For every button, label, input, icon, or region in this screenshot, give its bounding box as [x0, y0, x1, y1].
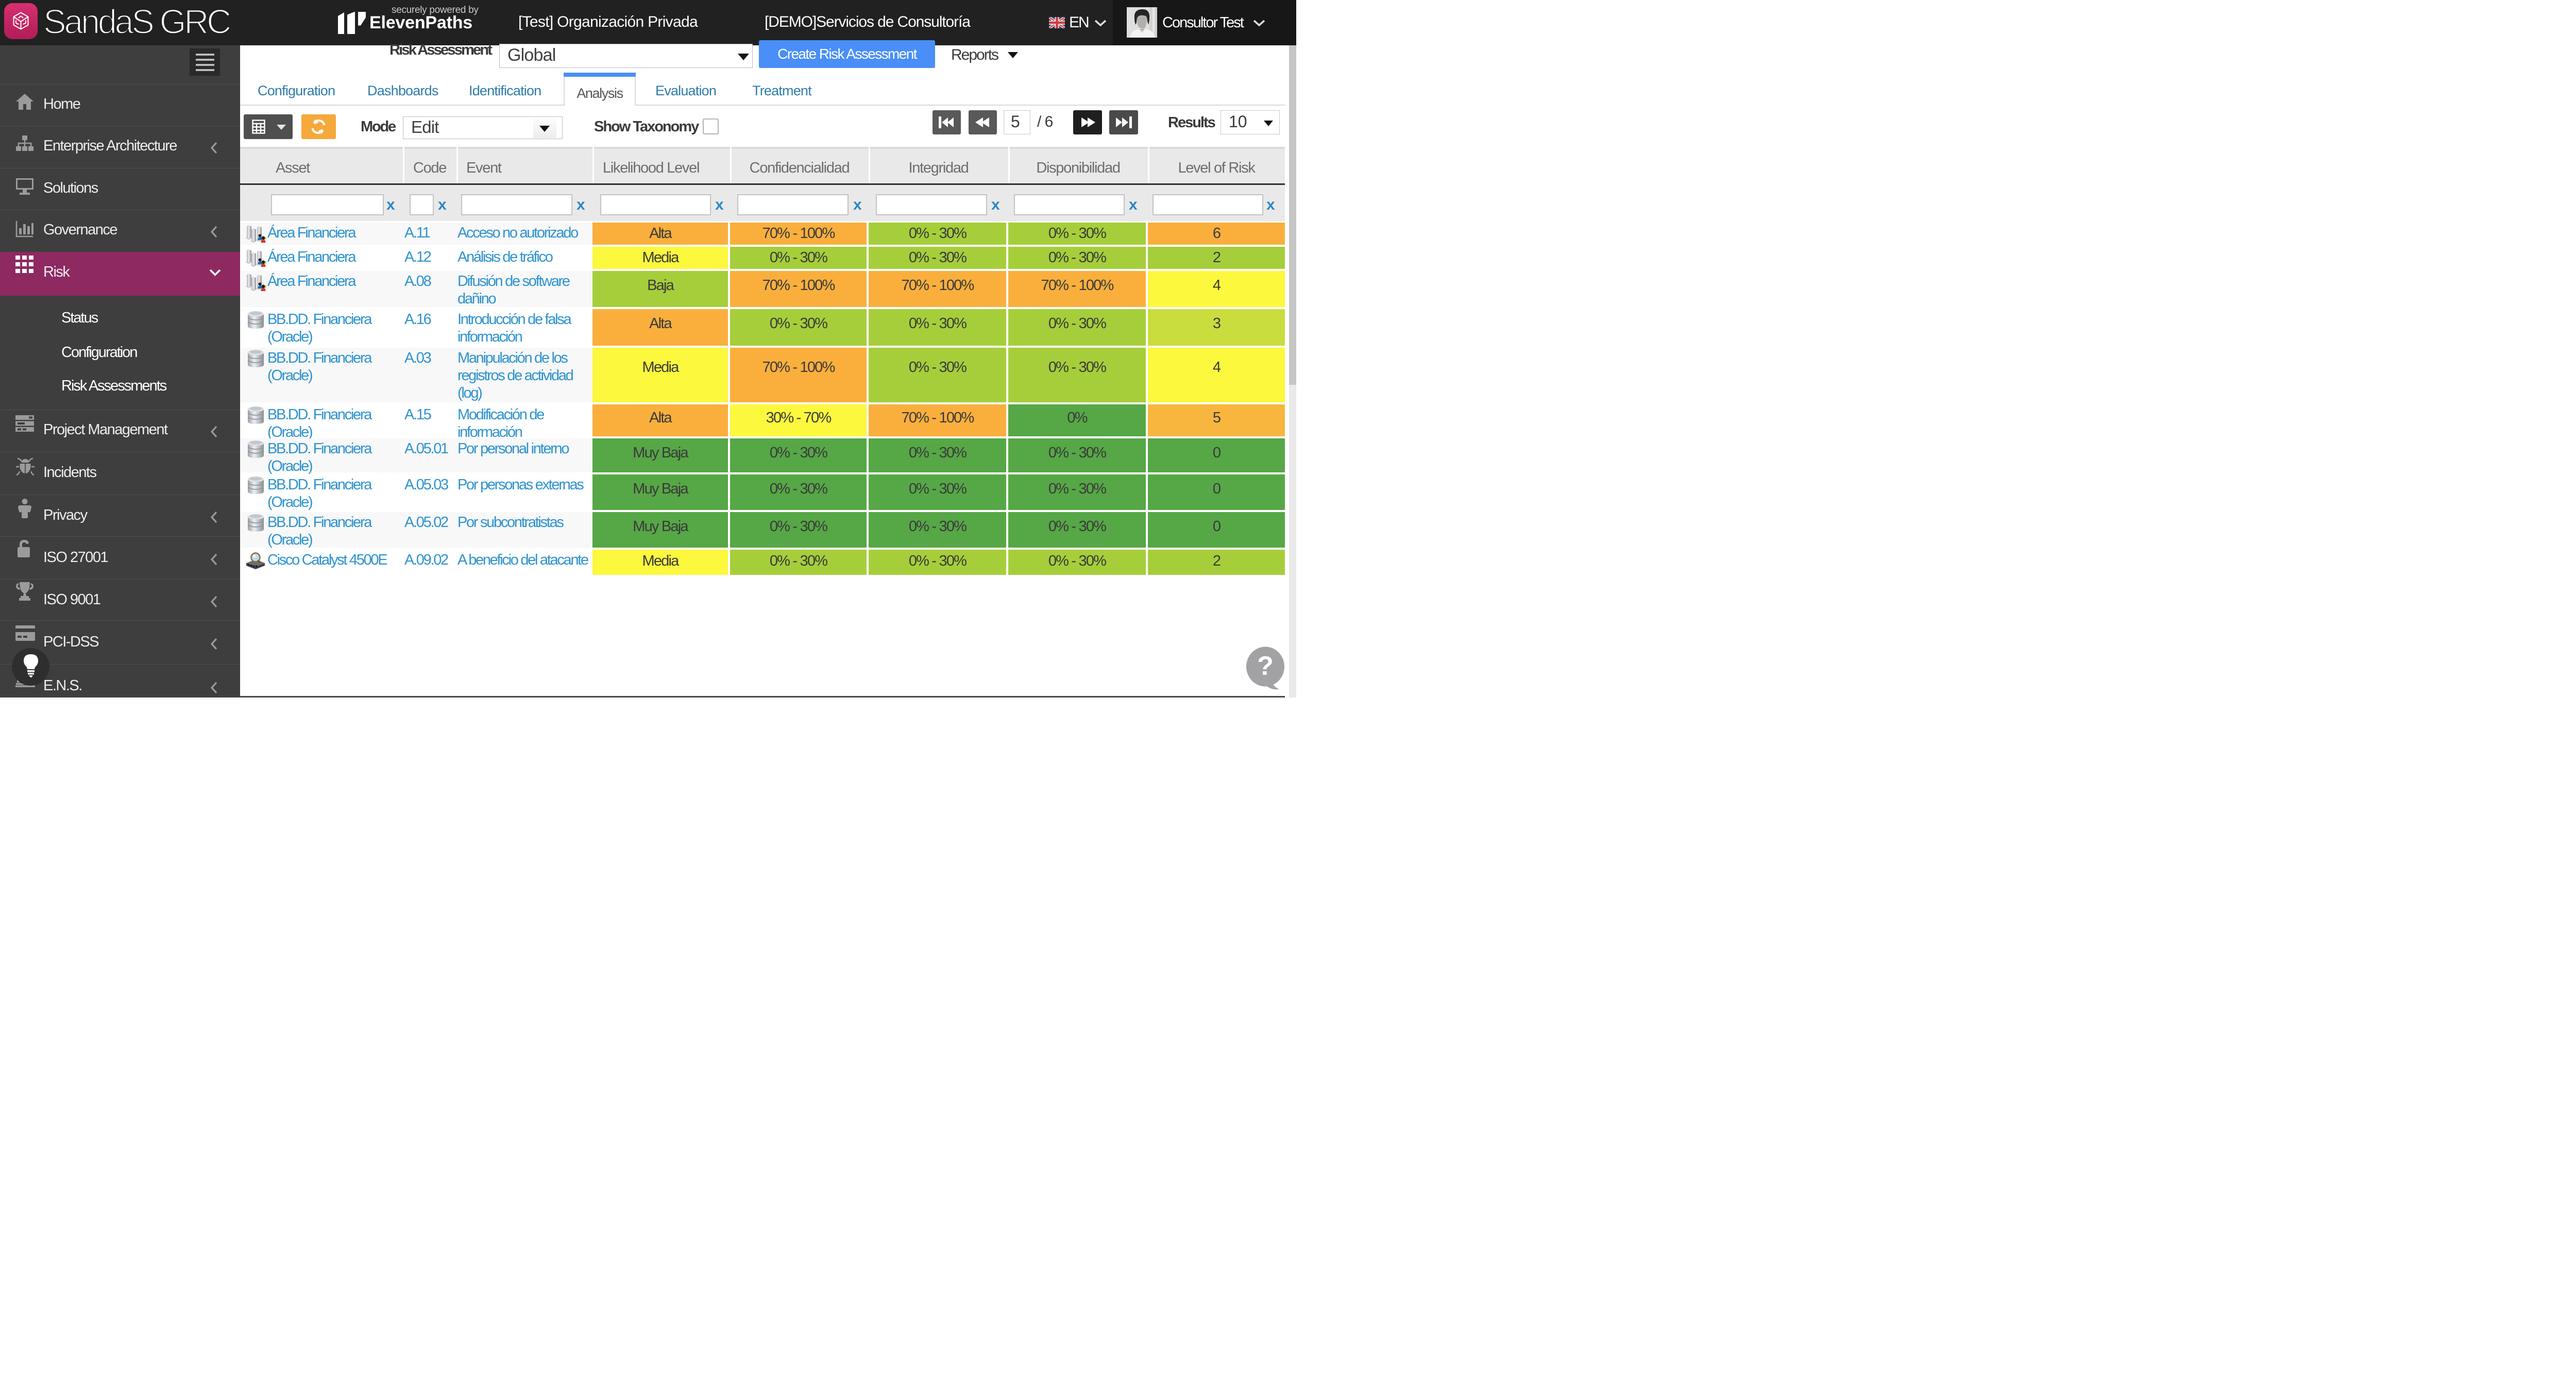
svg-text:?: ? — [1257, 651, 1274, 681]
